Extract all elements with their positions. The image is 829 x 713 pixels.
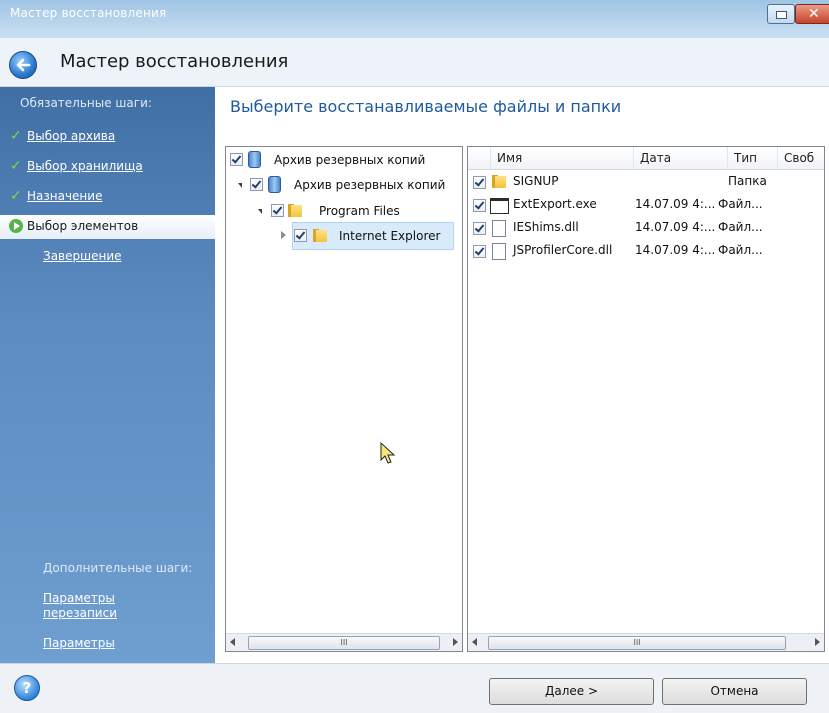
item-type: Файл... (718, 243, 763, 257)
scroll-right-icon[interactable] (453, 638, 458, 646)
check-icon: ✓ (10, 158, 22, 174)
back-button[interactable] (9, 51, 37, 79)
wizard-title: Мастер восстановления (60, 51, 289, 72)
tree-horizontal-scrollbar[interactable]: III (226, 633, 462, 651)
window-title: Мастер восстановления (10, 6, 167, 20)
item-type: Папка (728, 174, 767, 188)
step-finish[interactable]: Завершение (0, 245, 215, 269)
wizard-footer: ? Далее > Отмена (0, 663, 829, 713)
step-storage-selection[interactable]: ✓ Выбор хранилища (0, 155, 215, 179)
scroll-thumb[interactable]: III (488, 636, 786, 650)
step-label: Выбор архива (27, 129, 116, 143)
check-icon: ✓ (10, 188, 22, 204)
options-link[interactable]: Параметры (43, 636, 115, 651)
step-label: Назначение (27, 189, 103, 203)
item-type: Файл... (718, 220, 763, 234)
scroll-right-icon[interactable] (815, 638, 820, 646)
optional-steps-heading: Дополнительные шаги: (43, 561, 193, 575)
close-button[interactable]: ✕ (795, 4, 829, 24)
minimize-button[interactable] (767, 4, 795, 24)
tree-checkbox[interactable] (294, 229, 307, 242)
mouse-cursor-icon (380, 442, 396, 464)
back-arrow-icon (16, 58, 31, 72)
step-item-selection[interactable]: Выбор элементов (0, 215, 215, 239)
list-horizontal-scrollbar[interactable]: III (468, 633, 824, 651)
current-step-arrow-icon (9, 219, 23, 233)
expand-toggle-icon[interactable] (258, 209, 262, 214)
scroll-left-icon[interactable] (472, 638, 477, 646)
item-name: SIGNUP (513, 174, 559, 188)
item-checkbox[interactable] (473, 222, 486, 235)
list-item[interactable]: JSProfilerCore.dll 14.07.09 4:... Файл..… (468, 240, 824, 262)
tree-node-label: Архив резервных копий (274, 153, 426, 167)
list-header: Имя Дата Тип Своб (468, 147, 824, 170)
step-label: Завершение (43, 249, 122, 263)
tree-checkbox[interactable] (230, 153, 243, 166)
executable-icon (490, 198, 509, 214)
item-date: 14.07.09 4:... (635, 197, 716, 211)
column-type[interactable]: Тип (727, 147, 778, 169)
folder-icon (492, 175, 506, 188)
item-type: Файл... (718, 197, 763, 211)
overwrite-options-link[interactable]: Параметры перезаписи (43, 591, 163, 621)
minimize-icon (776, 11, 787, 19)
check-icon: ✓ (10, 128, 22, 144)
file-icon (492, 220, 506, 237)
list-item[interactable]: ExtExport.exe 14.07.09 4:... Файл... (468, 194, 824, 216)
restore-wizard-window: Мастер восстановления ✕ Мастер восстанов… (0, 0, 829, 713)
help-icon[interactable]: ? (14, 675, 40, 701)
step-label: Выбор элементов (27, 219, 139, 233)
cancel-button[interactable]: Отмена (662, 678, 807, 705)
required-steps-heading: Обязательные шаги: (20, 96, 152, 110)
item-date: 14.07.09 4:... (635, 243, 716, 257)
archive-icon (248, 151, 261, 168)
tree-node-label: Internet Explorer (339, 229, 441, 243)
item-name: ExtExport.exe (513, 197, 597, 211)
file-icon (492, 243, 506, 260)
tree-checkbox[interactable] (271, 204, 284, 217)
file-list[interactable]: Имя Дата Тип Своб SIGNUP Папка ExtExport… (467, 146, 825, 652)
item-checkbox[interactable] (473, 176, 486, 189)
expand-toggle-icon[interactable] (238, 183, 242, 188)
item-checkbox[interactable] (473, 199, 486, 212)
step-label: Выбор хранилища (27, 159, 143, 173)
column-free[interactable]: Своб (777, 147, 824, 169)
step-archive-selection[interactable]: ✓ Выбор архива (0, 125, 215, 149)
list-item[interactable]: IEShims.dll 14.07.09 4:... Файл... (468, 217, 824, 239)
folder-tree[interactable]: Архив резервных копий Архив резервных ко… (225, 146, 463, 652)
item-name: JSProfilerCore.dll (513, 243, 613, 257)
close-icon: ✕ (808, 6, 820, 22)
page-title: Выберите восстанавливаемые файлы и папки (230, 97, 622, 116)
step-destination[interactable]: ✓ Назначение (0, 185, 215, 209)
wizard-header: Мастер восстановления (0, 38, 829, 87)
title-bar: Мастер восстановления ✕ (0, 0, 829, 38)
column-date[interactable]: Дата (633, 147, 728, 169)
tree-checkbox[interactable] (250, 178, 263, 191)
archive-icon (268, 176, 281, 193)
folder-icon (313, 229, 327, 242)
item-date: 14.07.09 4:... (635, 220, 716, 234)
item-name: IEShims.dll (513, 220, 579, 234)
column-name[interactable]: Имя (490, 147, 634, 169)
tree-node-label: Program Files (319, 204, 400, 218)
item-checkbox[interactable] (473, 245, 486, 258)
scroll-left-icon[interactable] (230, 638, 235, 646)
scroll-thumb[interactable]: III (248, 636, 440, 650)
list-item[interactable]: SIGNUP Папка (468, 171, 824, 193)
steps-sidebar: Обязательные шаги: ✓ Выбор архива ✓ Выбо… (0, 87, 215, 663)
expand-toggle-icon[interactable] (281, 231, 286, 239)
folder-icon (288, 204, 302, 217)
next-button[interactable]: Далее > (489, 678, 654, 705)
tree-node-label: Архив резервных копий (294, 178, 446, 192)
